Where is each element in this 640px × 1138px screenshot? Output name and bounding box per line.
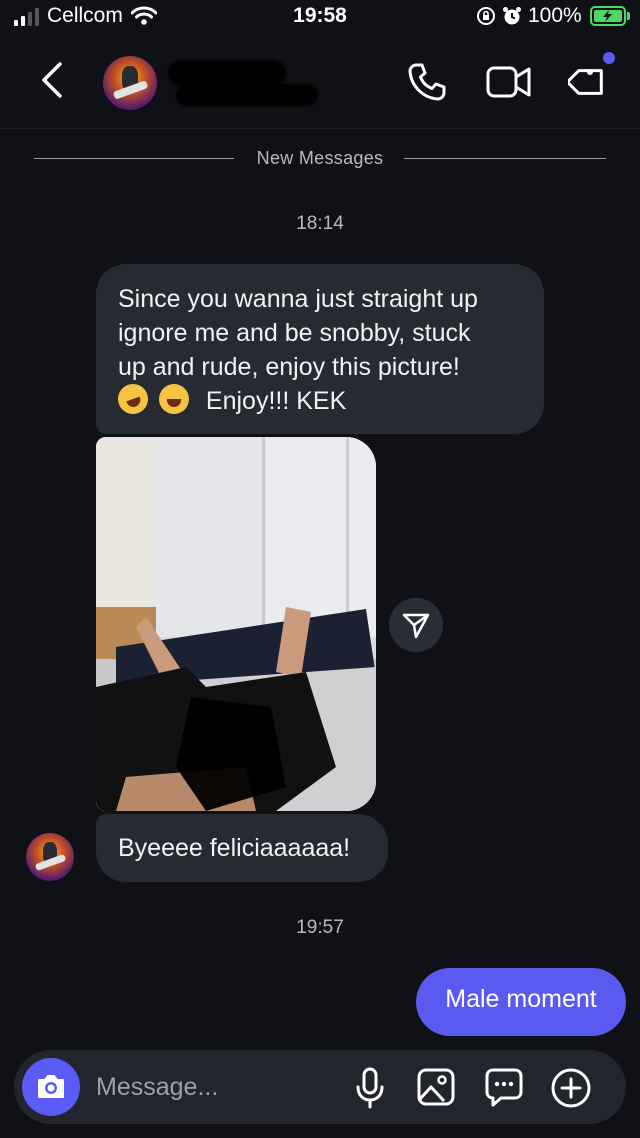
alarm-icon (503, 7, 521, 25)
timestamp: 18:14 (296, 213, 344, 234)
battery-percent: 100% (528, 4, 582, 27)
gallery-icon[interactable] (416, 1067, 456, 1107)
outgoing-message[interactable]: Male moment (416, 968, 626, 1036)
lock-rotation-icon (477, 7, 495, 25)
timestamp: 19:57 (296, 917, 344, 938)
redacted-contact-name[interactable] (168, 60, 286, 86)
rofl-emoji-icon (113, 379, 153, 419)
back-icon[interactable] (36, 60, 68, 100)
battery-icon (590, 6, 626, 26)
plus-icon[interactable] (550, 1067, 592, 1109)
camera-icon (38, 1075, 64, 1098)
phone-icon[interactable] (405, 60, 449, 104)
photo-attachment[interactable] (96, 437, 376, 811)
message-input[interactable]: Message... (96, 1073, 218, 1102)
contact-avatar[interactable] (103, 56, 157, 110)
incoming-message[interactable]: Since you wanna just straight up ignore … (96, 264, 544, 434)
video-icon[interactable] (486, 62, 532, 102)
camera-button[interactable] (22, 1058, 80, 1116)
status-bar: Cellcom 19:58 100% (0, 0, 640, 36)
photo-image (96, 437, 376, 811)
sticker-icon[interactable] (484, 1067, 524, 1107)
tag-icon[interactable] (568, 60, 612, 104)
message-composer: Message... (14, 1050, 626, 1124)
incoming-message[interactable]: Byeeee feliciaaaaaa! (96, 814, 388, 882)
microphone-icon[interactable] (353, 1067, 387, 1109)
joy-emoji-icon (158, 384, 189, 414)
notification-dot (603, 52, 615, 64)
sender-avatar[interactable] (26, 833, 74, 881)
share-icon[interactable] (389, 598, 443, 652)
chat-header (0, 36, 640, 129)
